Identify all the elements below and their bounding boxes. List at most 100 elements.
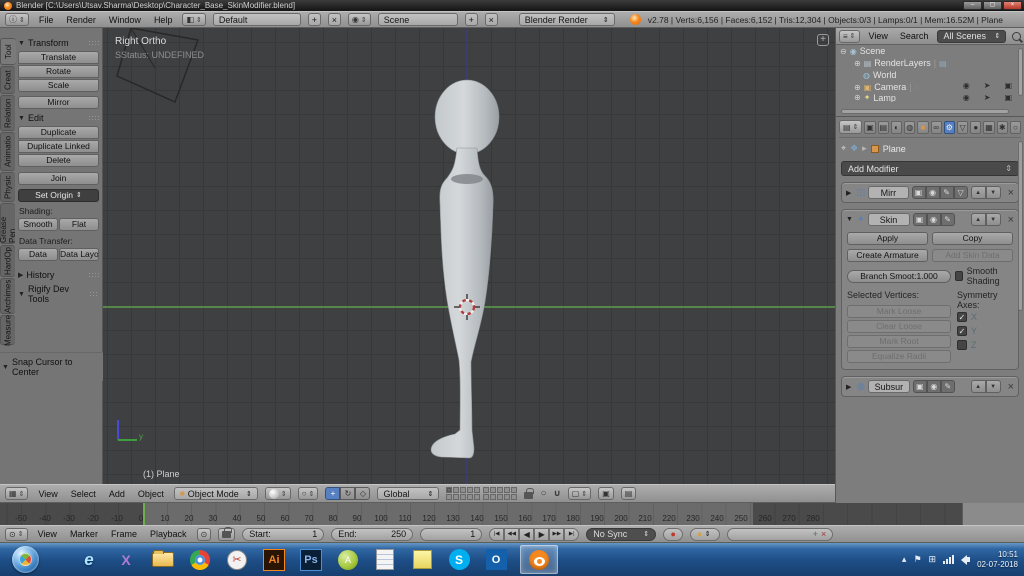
hide-toggle-eye-icon[interactable]: ◉: [963, 93, 970, 102]
outliner-horizontal-scrollbar[interactable]: [841, 109, 1009, 114]
shelf-tab-physics[interactable]: Physic: [0, 172, 15, 202]
equalize-radii-button[interactable]: Equalize Radii: [847, 350, 951, 363]
mode-select[interactable]: ■ Object Mode ⇕: [174, 487, 258, 500]
shelf-tab-relations[interactable]: Relation: [0, 95, 15, 131]
join-button[interactable]: Join: [18, 172, 99, 185]
tab-render-layers-icon[interactable]: ▤: [878, 121, 889, 134]
layer-toggle[interactable]: [453, 487, 459, 493]
network-signal-icon[interactable]: [943, 555, 954, 564]
expand-icon[interactable]: ▶: [846, 383, 854, 391]
tab-constraints-icon[interactable]: ∞: [931, 121, 942, 134]
menu-help[interactable]: Help: [151, 15, 176, 25]
shelf-tab-measureit[interactable]: Measure: [0, 315, 15, 345]
symmetry-y-checkbox[interactable]: ✓: [957, 326, 967, 336]
shelf-tab-archimesh[interactable]: Archimes: [0, 278, 15, 314]
timeline-menu-frame[interactable]: Frame: [108, 529, 140, 539]
taskbar-file-explorer[interactable]: [150, 547, 176, 573]
delete-button[interactable]: Delete: [18, 154, 99, 167]
tab-physics-icon[interactable]: ○: [1010, 121, 1021, 134]
editor-type-selector-properties[interactable]: ▤ ⇕: [839, 120, 862, 134]
subsurf-move-up-button[interactable]: ▲: [971, 380, 986, 393]
snap-element-select[interactable]: ▢ ⇕: [568, 487, 591, 500]
editor-type-selector-info[interactable]: ⓘ ⇕: [5, 13, 29, 26]
render-toggle-icon[interactable]: ▣: [1004, 93, 1012, 102]
skin-view-toggle[interactable]: ◉: [927, 213, 941, 226]
transform-orientation-select[interactable]: Global ⇕: [377, 487, 439, 500]
shade-flat-button[interactable]: Flat: [59, 218, 99, 231]
data-transfer-button[interactable]: Data: [18, 248, 58, 261]
start-frame-field[interactable]: Start: 1: [242, 528, 324, 541]
apply-button[interactable]: Apply: [847, 232, 928, 245]
rigify-panel-header[interactable]: ▼ Rigify Dev Tools: [18, 284, 99, 304]
add-keyframe-icon[interactable]: +: [813, 529, 818, 539]
subsurf-modifier-name-field[interactable]: Subsur: [868, 380, 910, 393]
layer-toggle[interactable]: [467, 494, 473, 500]
set-origin-dropdown[interactable]: Set Origin ⇕: [18, 189, 99, 202]
expand-tree-icon[interactable]: ⊕: [854, 59, 861, 68]
panel-drag-dots[interactable]: [88, 115, 99, 122]
taskbar-android-studio[interactable]: A: [335, 547, 361, 573]
editor-type-selector-outliner[interactable]: ≡ ⇕: [839, 30, 860, 43]
screen-layout-field[interactable]: Default: [213, 13, 301, 26]
manipulator-scale-toggle[interactable]: ◇: [355, 487, 370, 500]
outliner-item-label[interactable]: Camera: [874, 82, 906, 92]
close-button[interactable]: ×: [1003, 1, 1022, 10]
viewport-3d[interactable]: Right Ortho SStatus: UNDEFINED y (1) Pla…: [103, 28, 835, 484]
sync-mode-select[interactable]: No Sync ⇕: [586, 528, 656, 541]
shelf-tab-grease-pencil[interactable]: Grease Pen: [0, 203, 15, 244]
mark-loose-button[interactable]: Mark Loose: [847, 305, 951, 318]
taskbar-outlook[interactable]: O: [483, 547, 509, 573]
outliner-row-camera[interactable]: ⊕ ▣ Camera | ◌ ◉ ➤ ▣: [836, 81, 1024, 93]
translate-button[interactable]: Translate: [18, 51, 99, 64]
view3d-menu-add[interactable]: Add: [106, 489, 128, 499]
tab-render-icon[interactable]: ▣: [864, 121, 875, 134]
mirror-delete-button[interactable]: ×: [1008, 187, 1014, 199]
viewport-shading-select[interactable]: ⇕: [265, 487, 291, 500]
layer-toggle[interactable]: [497, 487, 503, 493]
expand-icon[interactable]: ▶: [846, 189, 854, 197]
taskbar-internet-explorer[interactable]: e: [76, 547, 102, 573]
action-center-flag-icon[interactable]: ⚑: [913, 554, 921, 565]
copy-button[interactable]: Copy: [932, 232, 1013, 245]
taskbar-visual-studio[interactable]: X: [113, 547, 139, 573]
render-engine-select[interactable]: Blender Render ⇕: [519, 13, 615, 26]
layer-toggle[interactable]: [446, 487, 452, 493]
selectable-toggle-icon[interactable]: ➤: [984, 93, 991, 102]
skin-edit-toggle[interactable]: ✎: [941, 213, 955, 226]
transform-panel-header[interactable]: ▼ Transform: [18, 38, 99, 48]
layer-toggle[interactable]: [511, 494, 517, 500]
taskbar-illustrator[interactable]: Ai: [261, 547, 287, 573]
layer-toggle[interactable]: [474, 487, 480, 493]
scene-icon-button[interactable]: ◉ ⇕: [348, 13, 371, 26]
play-reverse-button[interactable]: ◀: [519, 528, 534, 541]
timeline-ruler[interactable]: -50-40-30-20-100102030405060708090100110…: [0, 503, 1024, 525]
tab-object-icon[interactable]: ■: [917, 121, 928, 134]
duplicate-button[interactable]: Duplicate: [18, 126, 99, 139]
outliner-row-renderlayers[interactable]: ⊕ ▤ RenderLayers | ▤: [836, 57, 1024, 69]
proportional-edit-icon[interactable]: ○: [540, 488, 546, 499]
tab-world-icon[interactable]: ◍: [904, 121, 915, 134]
taskbar-sticky-notes[interactable]: [409, 547, 435, 573]
skin-move-down-button[interactable]: ▼: [986, 213, 1001, 226]
taskbar-skype[interactable]: S: [446, 547, 472, 573]
layer-toggle[interactable]: [504, 494, 510, 500]
outliner-menu-view[interactable]: View: [866, 31, 891, 41]
shelf-tab-hardops[interactable]: HardOp: [0, 245, 15, 277]
view3d-menu-object[interactable]: Object: [135, 489, 167, 499]
add-skin-data-button[interactable]: Add Skin Data: [932, 249, 1013, 262]
tab-object-data-icon[interactable]: ▽: [957, 121, 968, 134]
pivot-point-select[interactable]: ○ ⇕: [298, 487, 319, 500]
end-frame-field[interactable]: End: 250: [331, 528, 413, 541]
screen-layout-icon-button[interactable]: ◧ ⇕: [182, 13, 205, 26]
lock-icon[interactable]: [524, 492, 533, 499]
skin-modifier-name-field[interactable]: Skin: [868, 213, 910, 226]
scene-field[interactable]: Scene: [378, 13, 458, 26]
mirror-cage-toggle[interactable]: ▽: [954, 186, 968, 199]
symmetry-z-checkbox[interactable]: [957, 340, 967, 350]
scale-button[interactable]: Scale: [18, 79, 99, 92]
tab-modifiers-icon[interactable]: ⚙: [944, 121, 955, 134]
layer-toggle[interactable]: [460, 487, 466, 493]
manipulator-translate-toggle[interactable]: +: [325, 487, 340, 500]
add-modifier-dropdown[interactable]: Add Modifier ⇕: [841, 161, 1019, 176]
skin-render-toggle[interactable]: ▣: [913, 213, 927, 226]
